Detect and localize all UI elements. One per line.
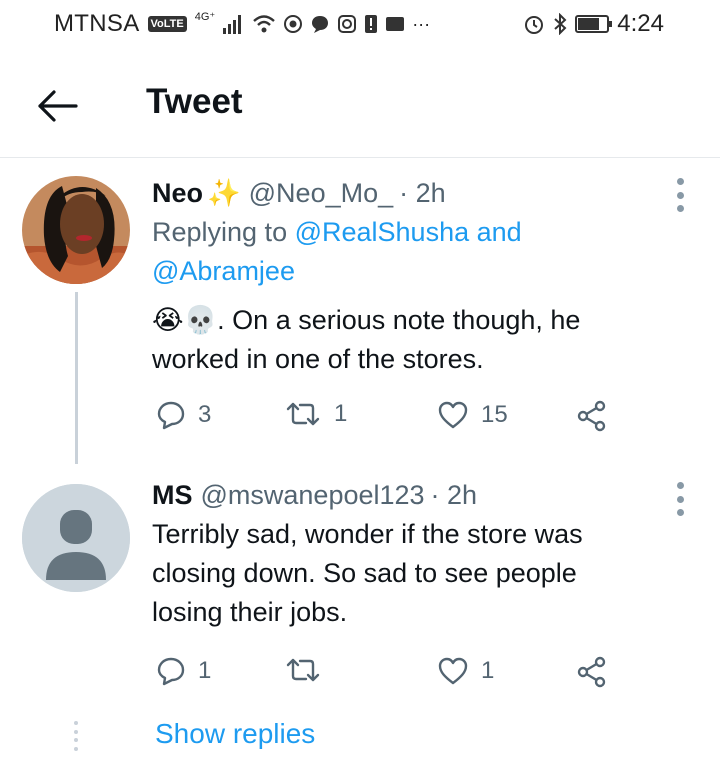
tweet-actions: 1 1 [152, 656, 622, 696]
like-count: 1 [481, 657, 495, 684]
tweet-content: MS @mswanepoel123 · 2h Terribly sad, won… [152, 476, 652, 632]
more-notifications-icon: ··· [412, 13, 431, 34]
retweet-button[interactable]: 1 [284, 400, 347, 428]
status-bar: MTNSA VoLTE 4G⁺ ··· 4:24 [0, 0, 720, 46]
tweet-time: · 2h [430, 480, 478, 510]
replying-and[interactable]: and [469, 217, 522, 247]
more-icon[interactable] [670, 482, 690, 516]
show-replies-link[interactable]: Show replies [155, 718, 315, 750]
reply-count: 3 [198, 401, 212, 428]
tweet-text: . On a serious note though, he worked in… [152, 305, 581, 374]
reply-count: 1 [198, 657, 212, 684]
bluetooth-icon [554, 13, 567, 35]
tweet-text: Terribly sad, wonder if the store was cl… [152, 519, 583, 627]
retweet-button[interactable] [284, 656, 334, 684]
tweet-header: Neo ✨ @Neo_Mo_ · 2h [152, 174, 652, 213]
avatar[interactable] [22, 176, 130, 284]
emoji-sequence: 😭💀 [152, 305, 218, 335]
sparkles-emoji: ✨ [207, 178, 241, 208]
share-icon [577, 400, 606, 432]
replying-to-prefix: Replying to [152, 217, 295, 247]
tweet-time: · 2h [399, 178, 446, 208]
retweet-icon [286, 402, 320, 426]
replying-to: Replying to @RealShusha and @Abramjee [152, 213, 652, 291]
tweet-text-container: 😭💀. On a serious note though, he worked … [152, 301, 652, 379]
thread-line [75, 292, 78, 464]
tweet-content: Neo ✨ @Neo_Mo_ · 2h Replying to @RealShu… [152, 174, 652, 379]
more-icon[interactable] [670, 178, 690, 212]
like-button[interactable]: 15 [437, 400, 508, 430]
user-handle[interactable]: @Neo_Mo_ [249, 174, 393, 213]
share-button[interactable] [576, 656, 608, 688]
wifi-icon [253, 15, 275, 33]
page-title: Tweet [146, 82, 243, 121]
status-bar-left: MTNSA VoLTE 4G⁺ ··· [54, 10, 430, 38]
mention-link[interactable]: @RealShusha [295, 217, 470, 247]
message-icon [386, 17, 405, 31]
battery-level [578, 18, 600, 30]
top-app-bar: Tweet [0, 60, 720, 158]
reply-button[interactable]: 3 [156, 400, 211, 430]
alarm-icon [525, 16, 544, 34]
retweet-icon [286, 658, 320, 682]
like-button[interactable]: 1 [437, 656, 494, 686]
heart-icon [438, 657, 468, 685]
network-type: 4G⁺ [194, 10, 216, 23]
reply-icon [157, 657, 185, 686]
display-name[interactable]: Neo [152, 174, 203, 213]
thread-continuation-dots [72, 721, 80, 751]
retweet-count: 1 [334, 400, 348, 427]
mention-link[interactable]: @Abramjee [152, 256, 295, 286]
user-handle[interactable]: @mswanepoel123 [201, 476, 425, 515]
arrow-left-icon[interactable] [36, 86, 82, 126]
tweet-header: MS @mswanepoel123 · 2h [152, 476, 652, 515]
battery-icon [575, 15, 613, 33]
chat-bubble-icon [312, 16, 329, 33]
clock: 4:24 [617, 10, 664, 37]
reply-icon [157, 401, 185, 430]
alert-icon [365, 15, 378, 33]
tweet-actions: 3 1 15 [152, 400, 622, 440]
status-bar-right: 4:24 [523, 10, 664, 38]
instagram-icon [338, 15, 357, 33]
record-icon [284, 15, 303, 33]
like-count: 15 [481, 401, 508, 428]
avatar[interactable] [22, 484, 130, 592]
heart-icon [438, 401, 468, 429]
signal-icon [223, 15, 242, 34]
reply-button[interactable]: 1 [156, 656, 211, 686]
volte-badge: VoLTE [147, 16, 187, 32]
share-icon [577, 656, 606, 688]
status-icons: ··· [223, 14, 430, 35]
carrier-label: MTNSA [54, 10, 140, 37]
display-name[interactable]: MS [152, 476, 193, 515]
share-button[interactable] [576, 400, 608, 432]
